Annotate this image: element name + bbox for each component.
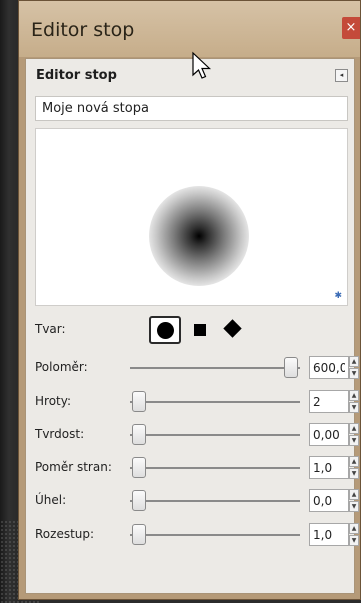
param-slider-handle[interactable] <box>284 357 298 378</box>
param-slider-handle[interactable] <box>132 391 146 412</box>
param-slider-handle[interactable] <box>132 524 146 545</box>
param-label: Hroty: <box>35 394 72 408</box>
circle-icon <box>157 322 174 339</box>
param-row: Poměr stran: ▲▼ <box>35 456 359 479</box>
param-slider-handle[interactable] <box>132 457 146 478</box>
param-value-input[interactable] <box>309 356 349 379</box>
brush-name-input[interactable] <box>35 96 348 121</box>
mouse-pointer-icon <box>192 51 212 79</box>
param-slider-track[interactable] <box>130 467 300 469</box>
param-row: Úhel: ▲▼ <box>35 489 359 512</box>
square-icon[interactable] <box>194 324 206 336</box>
chevron-down-icon[interactable]: ▼ <box>349 435 359 446</box>
param-spinner: ▲ ▼ <box>349 390 359 413</box>
param-row: Tvrdost: ▲▼ <box>35 423 359 446</box>
diamond-icon[interactable] <box>223 319 242 338</box>
chevron-up-icon[interactable]: ▲ <box>349 456 359 467</box>
shape-label: Tvar: <box>35 322 66 336</box>
chevron-down-icon[interactable]: ▼ <box>349 468 359 479</box>
param-row: Poloměr: ▲▼ <box>35 356 359 379</box>
triangle-left-icon: ◂ <box>339 71 344 79</box>
param-value-input[interactable] <box>309 456 349 479</box>
param-label: Úhel: <box>35 493 67 507</box>
close-icon: × <box>345 20 357 35</box>
param-value-input[interactable] <box>309 523 349 546</box>
chevron-up-icon[interactable]: ▲ <box>349 390 359 401</box>
param-spinner: ▲ ▼ <box>349 456 359 479</box>
param-value-input[interactable] <box>309 390 349 413</box>
chevron-down-icon[interactable]: ▼ <box>349 535 359 546</box>
chevron-down-icon[interactable]: ▼ <box>349 501 359 512</box>
brush-editor-panel: Editor stop ◂ ✱ Tvar: Poloměr:▲▼Hroty:▲▼… <box>25 58 359 594</box>
param-label: Rozestup: <box>35 527 95 541</box>
param-slider-handle[interactable] <box>132 424 146 445</box>
brush-preview: ✱ <box>35 128 348 306</box>
param-label: Tvrdost: <box>35 427 85 441</box>
shape-row: Tvar: <box>35 316 355 344</box>
param-slider-track[interactable] <box>130 534 300 536</box>
param-slider-track[interactable] <box>130 367 300 369</box>
chevron-up-icon[interactable]: ▲ <box>349 523 359 534</box>
param-slider-track[interactable] <box>130 434 300 436</box>
param-spinner: ▲ ▼ <box>349 523 359 546</box>
param-value-input[interactable] <box>309 423 349 446</box>
param-value-input[interactable] <box>309 489 349 512</box>
chevron-up-icon[interactable]: ▲ <box>349 423 359 434</box>
panel-menu-button[interactable]: ◂ <box>335 69 348 82</box>
param-label: Poměr stran: <box>35 460 112 474</box>
brush-preview-dot <box>149 186 249 286</box>
shape-circle-button[interactable] <box>149 316 181 344</box>
resize-handle-icon[interactable]: ✱ <box>334 291 342 301</box>
chevron-up-icon[interactable]: ▲ <box>349 489 359 500</box>
param-spinner: ▲ ▼ <box>349 489 359 512</box>
chevron-down-icon[interactable]: ▼ <box>349 402 359 413</box>
panel-title: Editor stop <box>36 68 117 83</box>
param-row: Hroty: ▲▼ <box>35 390 359 413</box>
brush-editor-window: Editor stop × Editor stop ◂ ✱ Tvar: Polo… <box>18 0 361 600</box>
param-spinner: ▲ ▼ <box>349 423 359 446</box>
param-slider-track[interactable] <box>130 401 300 403</box>
param-slider-handle[interactable] <box>132 490 146 511</box>
param-slider-track[interactable] <box>130 500 300 502</box>
close-button[interactable]: × <box>342 17 360 39</box>
param-spinner: ▲ ▼ <box>349 356 359 379</box>
window-title: Editor stop <box>31 19 135 41</box>
param-row: Rozestup: ▲▼ <box>35 523 359 546</box>
param-label: Poloměr: <box>35 360 88 374</box>
chevron-down-icon[interactable]: ▼ <box>349 368 359 379</box>
title-bar[interactable]: Editor stop × <box>19 1 360 57</box>
chevron-up-icon[interactable]: ▲ <box>349 356 359 367</box>
